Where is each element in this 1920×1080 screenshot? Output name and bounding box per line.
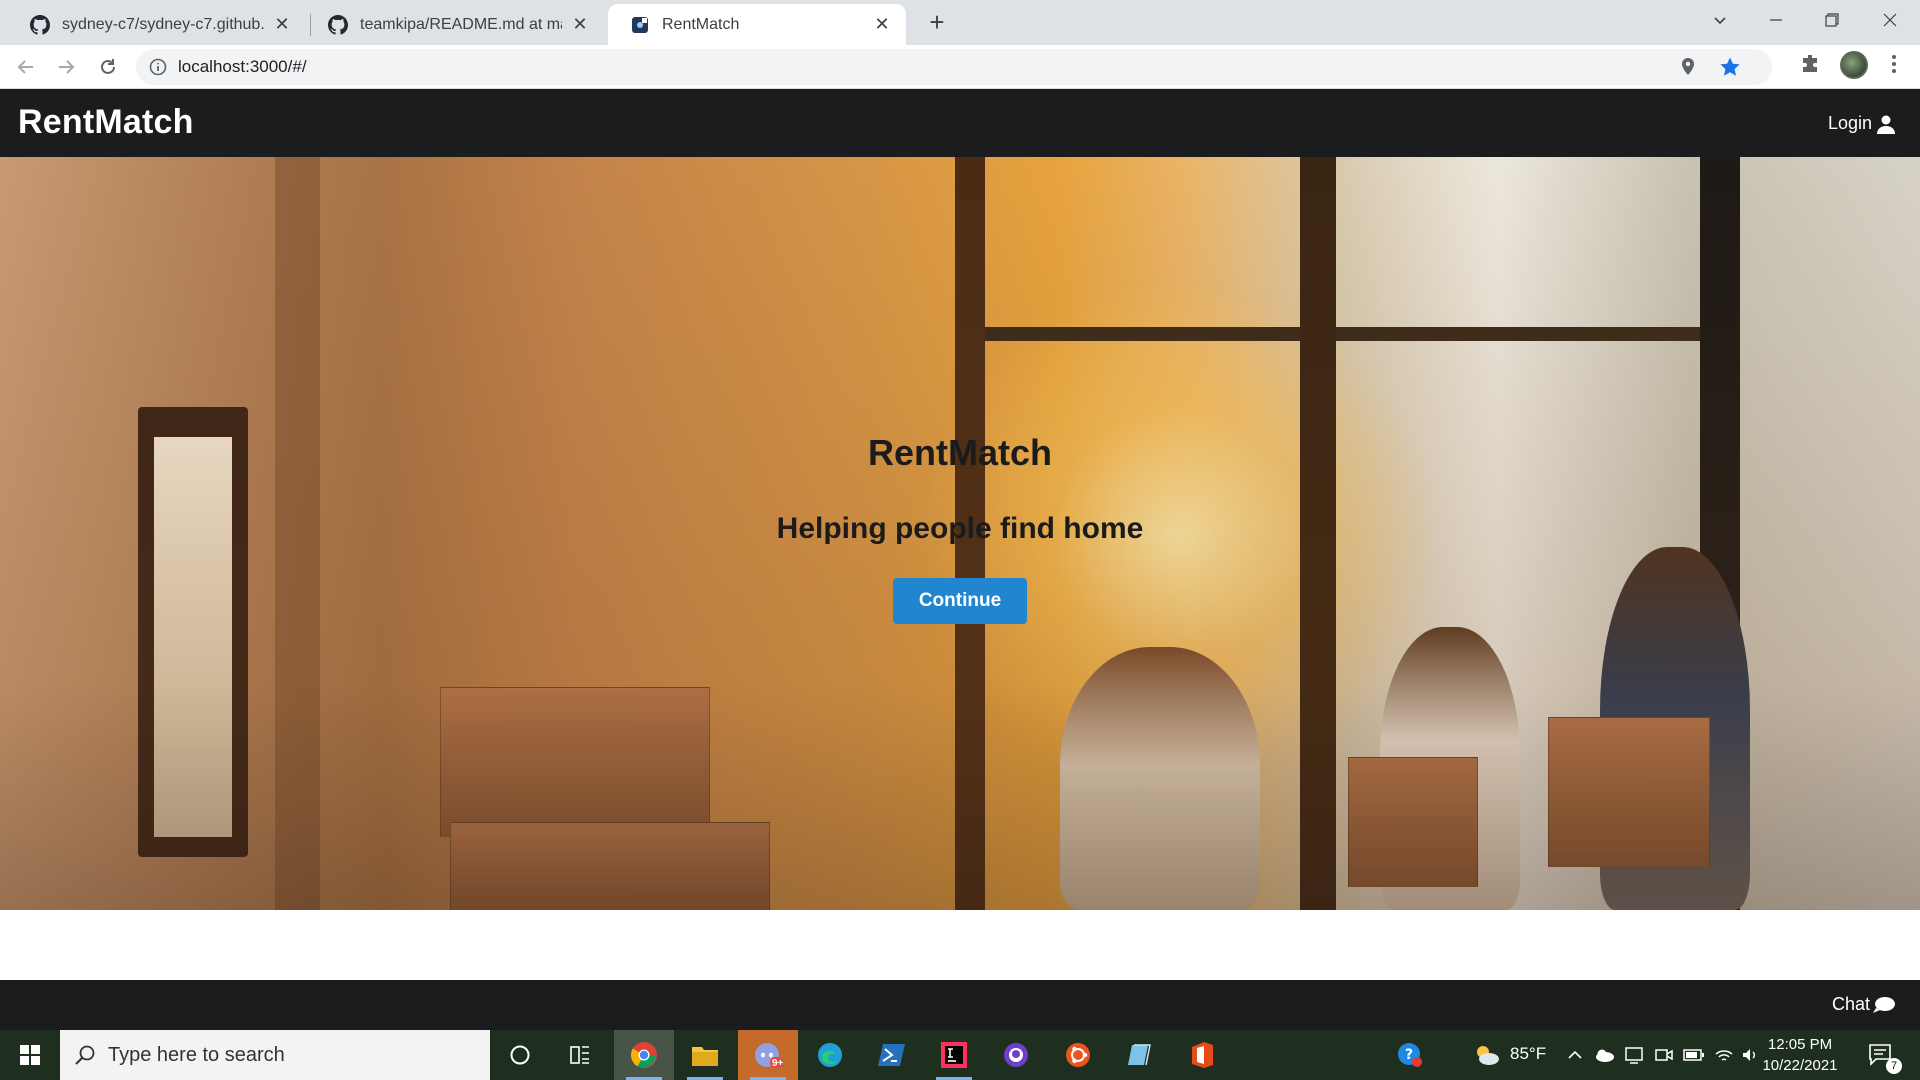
react-icon	[632, 16, 648, 33]
file-explorer-icon[interactable]	[675, 1030, 735, 1080]
office-icon[interactable]	[1172, 1030, 1232, 1080]
ubuntu-icon[interactable]	[1048, 1030, 1108, 1080]
address-bar[interactable]: localhost:3000/#/	[136, 49, 1772, 85]
tab-title: teamkipa/README.md at master	[360, 15, 562, 33]
browser-tab-bar: sydney-c7/sydney-c7.github.io: T ✕ teamk…	[0, 0, 1920, 45]
reload-icon	[101, 59, 115, 74]
search-placeholder: Type here to search	[108, 1043, 285, 1066]
intellij-icon[interactable]	[924, 1030, 984, 1080]
close-tab-icon[interactable]: ✕	[570, 14, 590, 35]
user-icon	[1877, 115, 1895, 134]
chrome-taskbar-icon[interactable]	[614, 1030, 674, 1080]
hero-title: RentMatch	[867, 432, 1052, 473]
edge-icon[interactable]	[800, 1030, 860, 1080]
github-icon	[328, 14, 348, 35]
tab-rentmatch[interactable]: RentMatch ✕	[608, 4, 906, 45]
more-menu-icon[interactable]	[1884, 53, 1904, 75]
weather-temperature[interactable]: 85°F	[1510, 1044, 1546, 1064]
extensions-puzzle-icon[interactable]	[1800, 53, 1822, 75]
device-icon[interactable]	[1620, 1030, 1648, 1080]
windows-logo-icon	[20, 1045, 40, 1065]
powershell-icon[interactable]	[862, 1030, 922, 1080]
tab-title: RentMatch	[662, 15, 740, 33]
info-icon[interactable]	[148, 57, 168, 77]
app-footer: Chat	[0, 980, 1920, 1030]
github-icon	[30, 14, 50, 35]
clock-date: 10/22/2021	[1762, 1057, 1838, 1074]
weather-icon[interactable]	[1470, 1030, 1504, 1080]
tab-search-chevron-icon[interactable]	[1692, 0, 1748, 40]
hero-banner: RentMatch Helping people find home Conti…	[0, 157, 1920, 910]
url-text[interactable]: localhost:3000/#/	[178, 57, 307, 77]
battery-icon[interactable]	[1680, 1030, 1708, 1080]
tab-sydney-github[interactable]: sydney-c7/sydney-c7.github.io: T ✕	[8, 4, 306, 45]
svg-text:?: ?	[1405, 1047, 1413, 1063]
new-tab-button[interactable]: +	[923, 7, 951, 37]
login-link[interactable]: Login	[1828, 113, 1896, 134]
clock-time: 12:05 PM	[1767, 1036, 1833, 1053]
notification-center-icon[interactable]: 7	[1856, 1030, 1906, 1080]
github-desktop-icon[interactable]	[986, 1030, 1046, 1080]
chat-button[interactable]: Chat	[1832, 994, 1896, 1015]
hero-content: RentMatch Helping people find home Conti…	[0, 432, 1920, 624]
cortana-icon[interactable]	[490, 1030, 550, 1080]
chat-label: Chat	[1831, 994, 1870, 1014]
task-view-icon[interactable]	[550, 1030, 610, 1080]
onedrive-cloud-icon[interactable]	[1590, 1030, 1618, 1080]
close-tab-icon[interactable]: ✕	[272, 14, 292, 35]
hero-subtitle: Helping people find home	[776, 512, 1144, 545]
meet-now-icon[interactable]	[1650, 1030, 1678, 1080]
notes-app-icon[interactable]	[1110, 1030, 1170, 1080]
profile-avatar[interactable]	[1840, 51, 1868, 79]
forward-button[interactable]	[50, 51, 82, 83]
restore-button[interactable]	[1804, 0, 1860, 40]
tray-chevron-up-icon[interactable]	[1562, 1030, 1588, 1080]
login-label: Login	[1827, 113, 1872, 133]
tab-teamkipa-readme[interactable]: teamkipa/README.md at master ✕	[306, 4, 604, 45]
back-button[interactable]	[10, 51, 42, 83]
notification-count: 7	[1886, 1058, 1902, 1074]
browser-toolbar: localhost:3000/#/	[0, 45, 1920, 89]
reload-button[interactable]	[92, 51, 124, 83]
minimize-button[interactable]	[1748, 0, 1804, 40]
taskbar-clock[interactable]: 12:05 PM 10/22/2021	[1752, 1034, 1848, 1076]
windows-taskbar: Type here to search 9+ ? 85°F 12:05 PM 1…	[0, 1030, 1920, 1080]
discord-icon[interactable]: 9+	[738, 1030, 798, 1080]
forward-arrow-icon	[59, 60, 75, 74]
taskbar-search-box[interactable]: Type here to search	[60, 1030, 490, 1080]
start-button[interactable]	[0, 1030, 60, 1080]
wifi-icon[interactable]	[1710, 1030, 1738, 1080]
app-navbar: RentMatch Login	[0, 89, 1920, 157]
chat-bubble-icon	[1873, 996, 1895, 1013]
continue-button[interactable]: Continue	[892, 578, 1028, 624]
close-tab-icon[interactable]: ✕	[872, 14, 892, 35]
search-icon	[75, 1045, 95, 1065]
brand-logo-text[interactable]: RentMatch	[18, 103, 194, 142]
help-icon[interactable]: ?	[1390, 1030, 1430, 1080]
bookmark-star-icon[interactable]	[1718, 55, 1742, 79]
tab-title: sydney-c7/sydney-c7.github.io: T	[62, 15, 264, 33]
discord-badge: 9+	[772, 1058, 784, 1069]
location-pin-icon[interactable]	[1678, 56, 1698, 78]
back-arrow-icon	[17, 60, 33, 74]
close-window-button[interactable]	[1862, 0, 1918, 40]
